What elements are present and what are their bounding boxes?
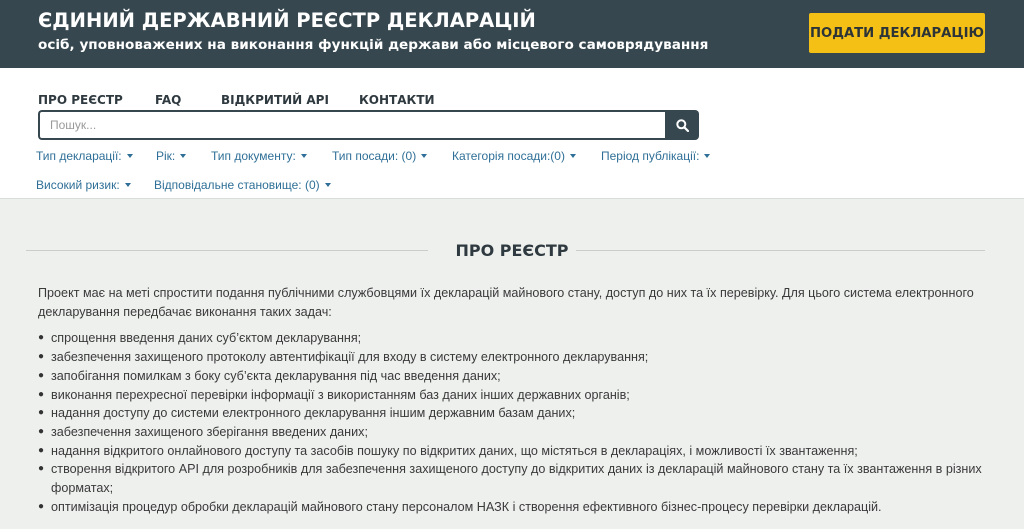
divider (26, 250, 428, 251)
search-input[interactable] (38, 110, 665, 140)
nav-item-faq[interactable]: FAQ (155, 93, 181, 107)
chevron-down-icon (421, 153, 428, 158)
search-bar (38, 110, 699, 140)
divider (576, 250, 985, 251)
list-item: запобігання помилкам з боку суб’єкта дек… (38, 367, 988, 386)
filter-label: Тип посади: (0) (332, 149, 417, 163)
filter-label: Тип документу: (211, 149, 296, 163)
filter-year[interactable]: Рік: (156, 149, 187, 163)
filter-label: Тип декларації: (36, 149, 122, 163)
list-item: оптимізація процедур обробки декларацій … (38, 498, 988, 517)
search-icon (675, 118, 689, 132)
chevron-down-icon (300, 153, 307, 158)
task-list: спрощення введення даних суб’єктом декла… (38, 329, 988, 516)
chevron-down-icon (569, 153, 576, 158)
nav-item-about[interactable]: ПРО РЕЄСТР (38, 93, 123, 107)
chevron-down-icon (124, 182, 131, 187)
site-subtitle: осіб, уповноважених на виконання функцій… (38, 37, 709, 53)
filter-document-type[interactable]: Тип документу: (211, 149, 307, 163)
filter-declaration-type[interactable]: Тип декларації: (36, 149, 133, 163)
chevron-down-icon (126, 153, 133, 158)
filter-label: Категорія посади:(0) (452, 149, 565, 163)
filter-high-risk[interactable]: Високий ризик: (36, 178, 131, 192)
nav-item-open-api[interactable]: ВІДКРИТИЙ API (221, 93, 329, 107)
chevron-down-icon (704, 153, 711, 158)
list-item: надання відкритого онлайнового доступу т… (38, 442, 988, 461)
filter-label: Високий ризик: (36, 178, 120, 192)
filter-label: Період публікації: (601, 149, 700, 163)
list-item: забезпечення захищеного зберігання введе… (38, 423, 988, 442)
list-item: надання доступу до системи електронного … (38, 404, 988, 423)
submit-declaration-button[interactable]: ПОДАТИ ДЕКЛАРАЦІЮ (809, 13, 985, 53)
filter-position-category[interactable]: Категорія посади:(0) (452, 149, 576, 163)
nav-item-contacts[interactable]: КОНТАКТИ (359, 93, 435, 107)
list-item: виконання перехресної перевірки інформац… (38, 386, 988, 405)
list-item: створення відкритого API для розробників… (38, 460, 988, 497)
site-header: ЄДИНИЙ ДЕРЖАВНИЙ РЕЄСТР ДЕКЛАРАЦІЙ осіб,… (0, 0, 1024, 68)
chevron-down-icon (324, 182, 331, 187)
filter-label: Відповідальне становище: (0) (154, 178, 320, 192)
about-content: Проект має на меті спростити подання пуб… (38, 284, 988, 516)
search-button[interactable] (665, 110, 699, 140)
intro-text: Проект має на меті спростити подання пуб… (38, 286, 974, 319)
filter-position-type[interactable]: Тип посади: (0) (332, 149, 428, 163)
list-item: спрощення введення даних суб’єктом декла… (38, 329, 988, 348)
filter-label: Рік: (156, 149, 176, 163)
site-title: ЄДИНИЙ ДЕРЖАВНИЙ РЕЄСТР ДЕКЛАРАЦІЙ (38, 9, 536, 32)
filter-publication-period[interactable]: Період публікації: (601, 149, 711, 163)
filter-responsible-position[interactable]: Відповідальне становище: (0) (154, 178, 331, 192)
list-item: забезпечення захищеного протоколу автент… (38, 348, 988, 367)
chevron-down-icon (180, 153, 187, 158)
